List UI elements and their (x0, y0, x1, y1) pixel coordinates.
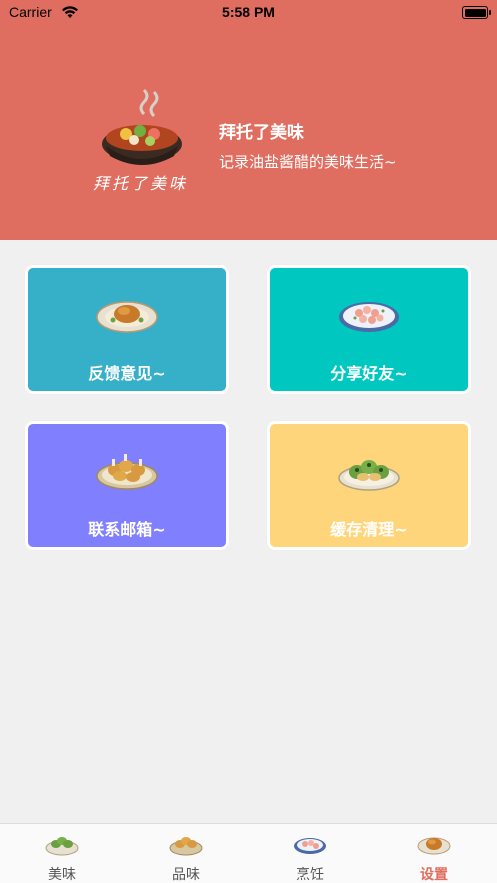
clear-cache-label: 缓存清理~ (330, 520, 408, 539)
feedback-label: 反馈意见~ (88, 364, 166, 383)
roast-chicken-plate-icon (96, 301, 158, 333)
tab-label: 设置 (420, 867, 448, 883)
green-dumplings-tab-icon (45, 837, 79, 856)
clear-cache-card[interactable]: 缓存清理~ (267, 421, 471, 550)
tab-meiwei[interactable]: 美味 (0, 824, 124, 883)
shrimp-plate-icon (339, 302, 399, 332)
tab-label: 烹饪 (296, 867, 324, 883)
battery-icon (462, 6, 491, 19)
contact-email-label: 联系邮箱~ (88, 520, 166, 539)
logo-text: 拜托了美味 (93, 174, 189, 193)
tab-bar: 美味 品味 烹饪 设置 (0, 823, 497, 883)
feedback-card[interactable]: 反馈意见~ (25, 265, 229, 394)
shrimp-tab-icon (294, 838, 326, 854)
tab-shezhi[interactable]: 设置 (372, 824, 496, 883)
share-friends-label: 分享好友~ (330, 364, 408, 383)
tab-label: 品味 (172, 867, 200, 883)
status-bar: Carrier 5:58 PM (0, 0, 497, 26)
status-time: 5:58 PM (222, 4, 275, 20)
tab-pengren[interactable]: 烹饪 (248, 824, 372, 883)
contact-email-card[interactable]: 联系邮箱~ (25, 421, 229, 550)
tab-pinwei[interactable]: 品味 (124, 824, 248, 883)
app-subtitle: 记录油盐酱醋的美味生活~ (219, 153, 397, 171)
header-banner: Carrier 5:58 PM 拜托了美味 拜托了美味 记录油盐酱醋的美味生活~ (0, 0, 497, 240)
fried-drumsticks-tab-icon (169, 837, 203, 856)
app-title: 拜托了美味 (219, 123, 304, 143)
tab-label: 美味 (48, 867, 76, 883)
green-dumplings-plate-icon (338, 460, 400, 491)
share-friends-card[interactable]: 分享好友~ (267, 265, 471, 394)
fried-drumsticks-plate-icon (96, 454, 158, 490)
roast-chicken-tab-icon (417, 837, 451, 855)
